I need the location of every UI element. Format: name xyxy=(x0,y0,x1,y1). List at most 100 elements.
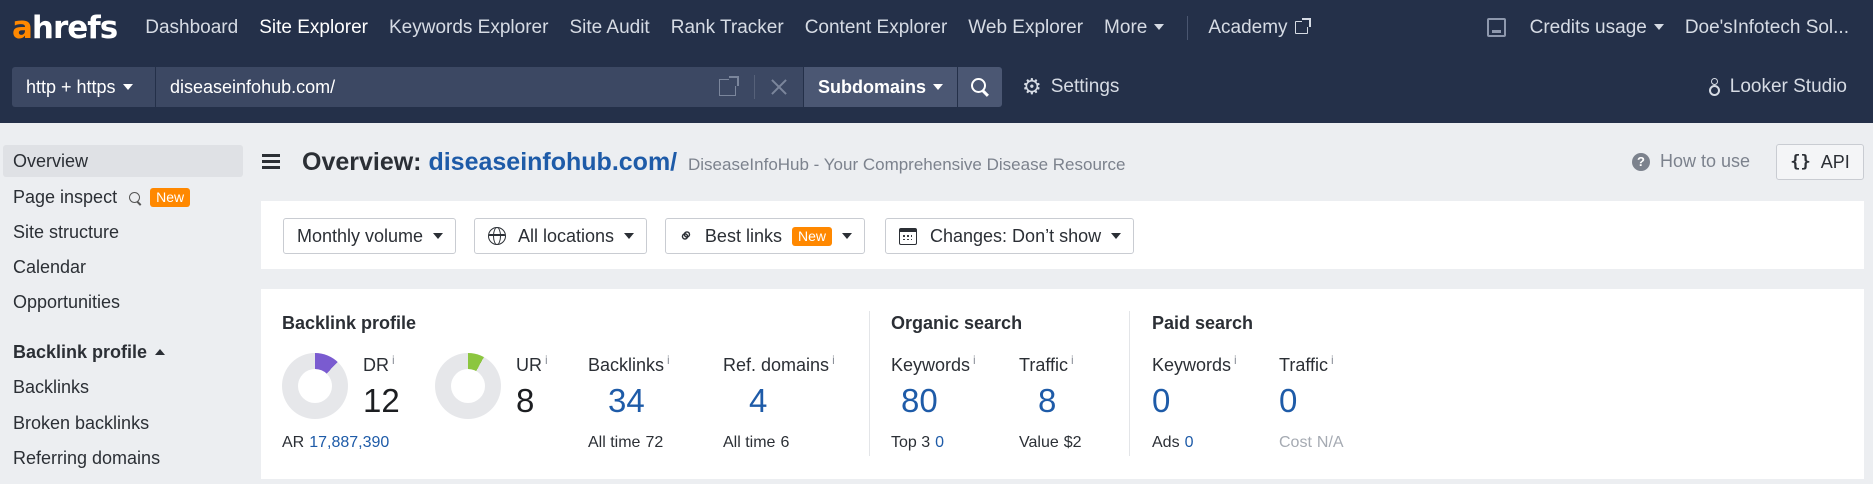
nav-rank-tracker[interactable]: Rank Tracker xyxy=(671,17,784,39)
nav-divider xyxy=(1187,15,1189,40)
code-braces-icon: {} xyxy=(1790,152,1811,172)
ar-value[interactable]: 17,887,390 xyxy=(309,434,389,451)
sidebar-item-overview[interactable]: Overview xyxy=(3,145,243,177)
top3-row: Top 30 xyxy=(891,434,945,451)
paid-keywords-label[interactable]: Keywords i xyxy=(1152,353,1237,376)
sidebar-item-broken-backlinks[interactable]: Broken backlinks xyxy=(0,407,240,439)
notifications-icon[interactable] xyxy=(1486,18,1506,37)
sidebar-item-page-inspect[interactable]: Page inspect New xyxy=(0,181,240,213)
link-icon: ⚭ xyxy=(673,222,701,250)
nav-content-explorer[interactable]: Content Explorer xyxy=(805,17,948,39)
new-badge: New xyxy=(791,226,832,246)
page-subtitle: DiseaseInfoHub - Your Comprehensive Dise… xyxy=(688,155,1126,174)
how-to-use-link[interactable]: ? How to use xyxy=(1632,151,1750,172)
organic-keywords-value[interactable]: 80 xyxy=(901,382,938,420)
ads-row: Ads 0 xyxy=(1152,434,1194,451)
locations-dropdown[interactable]: All locations xyxy=(474,218,648,254)
globe-icon xyxy=(488,227,506,245)
sidebar-item-backlinks[interactable]: Backlinks xyxy=(0,371,240,403)
sidebar-item-opportunities[interactable]: Opportunities xyxy=(0,286,240,318)
search-button[interactable] xyxy=(958,67,1002,107)
organic-keywords-label[interactable]: Keywords i xyxy=(891,353,976,376)
section-divider xyxy=(869,311,870,456)
metrics-card: Backlink profile DR i 12 AR 17,887,390 UR i… xyxy=(261,289,1864,479)
ads-value[interactable]: 0 xyxy=(1185,434,1194,451)
page-title-domain[interactable]: diseaseinfohub.com/ xyxy=(428,148,677,176)
url-input[interactable]: diseaseinfohub.com/ xyxy=(156,67,803,107)
organic-traffic-value[interactable]: 8 xyxy=(1038,382,1056,420)
info-icon[interactable]: i xyxy=(1234,353,1237,367)
url-actions xyxy=(719,67,787,107)
nav-academy[interactable]: Academy xyxy=(1208,17,1311,39)
sidebar-item-calendar[interactable]: Calendar xyxy=(0,251,240,283)
chevron-down-icon xyxy=(1111,233,1122,239)
paid-traffic-value[interactable]: 0 xyxy=(1279,382,1297,420)
backlinks-alltime: All time 72 xyxy=(588,434,664,451)
mode-dropdown[interactable]: Subdomains xyxy=(804,67,957,107)
sidebar-item-site-structure[interactable]: Site structure xyxy=(0,216,240,248)
chevron-down-icon xyxy=(841,233,852,239)
new-badge: New xyxy=(150,187,191,207)
protocol-dropdown[interactable]: http + https xyxy=(12,67,155,107)
nav-site-audit[interactable]: Site Audit xyxy=(569,17,649,39)
info-icon[interactable]: i xyxy=(545,353,548,367)
ur-label[interactable]: UR i xyxy=(516,353,548,376)
ref-domains-alltime: All time 6 xyxy=(723,434,790,451)
chevron-down-icon xyxy=(1653,24,1664,31)
looker-studio-button[interactable]: Looker Studio xyxy=(1708,67,1847,107)
sidebar-section-backlink-profile[interactable]: Backlink profile xyxy=(0,336,240,368)
menu-toggle-icon[interactable] xyxy=(262,154,280,169)
ref-domains-value[interactable]: 4 xyxy=(749,382,767,420)
nav-dashboard[interactable]: Dashboard xyxy=(145,17,238,39)
top3-value[interactable]: 0 xyxy=(935,434,944,451)
info-icon[interactable]: i xyxy=(667,353,670,367)
ur-value: 8 xyxy=(516,382,535,419)
paid-keywords-value[interactable]: 0 xyxy=(1152,382,1170,420)
ar-row: AR 17,887,390 xyxy=(282,434,390,451)
page-title: Overview: diseaseinfohub.com/ xyxy=(302,148,678,176)
info-icon[interactable]: i xyxy=(1071,353,1074,367)
dr-value: 12 xyxy=(363,382,400,419)
nav-web-explorer[interactable]: Web Explorer xyxy=(968,17,1083,39)
dr-label[interactable]: DR i xyxy=(363,353,395,376)
traffic-value-row: Value $2 xyxy=(1019,434,1082,451)
divider xyxy=(754,75,755,99)
info-icon[interactable]: i xyxy=(392,353,395,367)
search-toolbar: http + https diseaseinfohub.com/ Subdoma… xyxy=(0,55,1873,123)
nav-more-dropdown[interactable]: More xyxy=(1104,17,1165,39)
backlinks-value[interactable]: 34 xyxy=(608,382,645,420)
sidebar-item-referring-domains[interactable]: Referring domains xyxy=(0,442,240,474)
backlinks-label[interactable]: Backlinks i xyxy=(588,353,670,376)
api-button[interactable]: {} API xyxy=(1776,144,1864,180)
clear-icon[interactable] xyxy=(771,79,787,95)
search-box: http + https diseaseinfohub.com/ Subdoma… xyxy=(12,67,1002,107)
monthly-volume-dropdown[interactable]: Monthly volume xyxy=(283,218,457,254)
nav-site-explorer[interactable]: Site Explorer xyxy=(259,17,368,39)
help-icon: ? xyxy=(1632,152,1650,171)
account-menu[interactable]: Doe'sInfotech Sol... xyxy=(1685,17,1849,39)
ahrefs-logo[interactable]: ahrefs xyxy=(12,10,118,46)
info-icon[interactable]: i xyxy=(1331,353,1334,367)
looker-studio-icon xyxy=(1708,77,1720,96)
info-icon[interactable]: i xyxy=(973,353,976,367)
credits-usage-dropdown[interactable]: Credits usage xyxy=(1530,17,1664,39)
info-icon[interactable]: i xyxy=(832,353,835,367)
backlink-profile-heading: Backlink profile xyxy=(282,313,417,333)
paid-search-heading: Paid search xyxy=(1152,313,1254,333)
paid-traffic-label[interactable]: Traffic i xyxy=(1279,353,1334,376)
organic-search-heading: Organic search xyxy=(891,313,1023,333)
changes-dropdown[interactable]: Changes: Don’t show xyxy=(885,218,1135,254)
filter-bar: Monthly volume All locations ⚭ Best links… xyxy=(261,201,1864,269)
settings-button[interactable]: ⚙ Settings xyxy=(1022,67,1119,107)
organic-traffic-label[interactable]: Traffic i xyxy=(1019,353,1074,376)
gear-icon: ⚙ xyxy=(1022,74,1042,99)
ref-domains-label[interactable]: Ref. domains i xyxy=(723,353,835,376)
chevron-down-icon xyxy=(1154,24,1165,31)
best-links-dropdown[interactable]: ⚭ Best links New xyxy=(665,218,865,254)
chevron-up-icon xyxy=(155,349,166,355)
nav-keywords-explorer[interactable]: Keywords Explorer xyxy=(389,17,548,39)
calendar-icon xyxy=(899,227,917,245)
section-divider xyxy=(1129,311,1130,456)
chevron-down-icon xyxy=(122,84,133,90)
open-in-new-icon[interactable] xyxy=(719,75,739,96)
